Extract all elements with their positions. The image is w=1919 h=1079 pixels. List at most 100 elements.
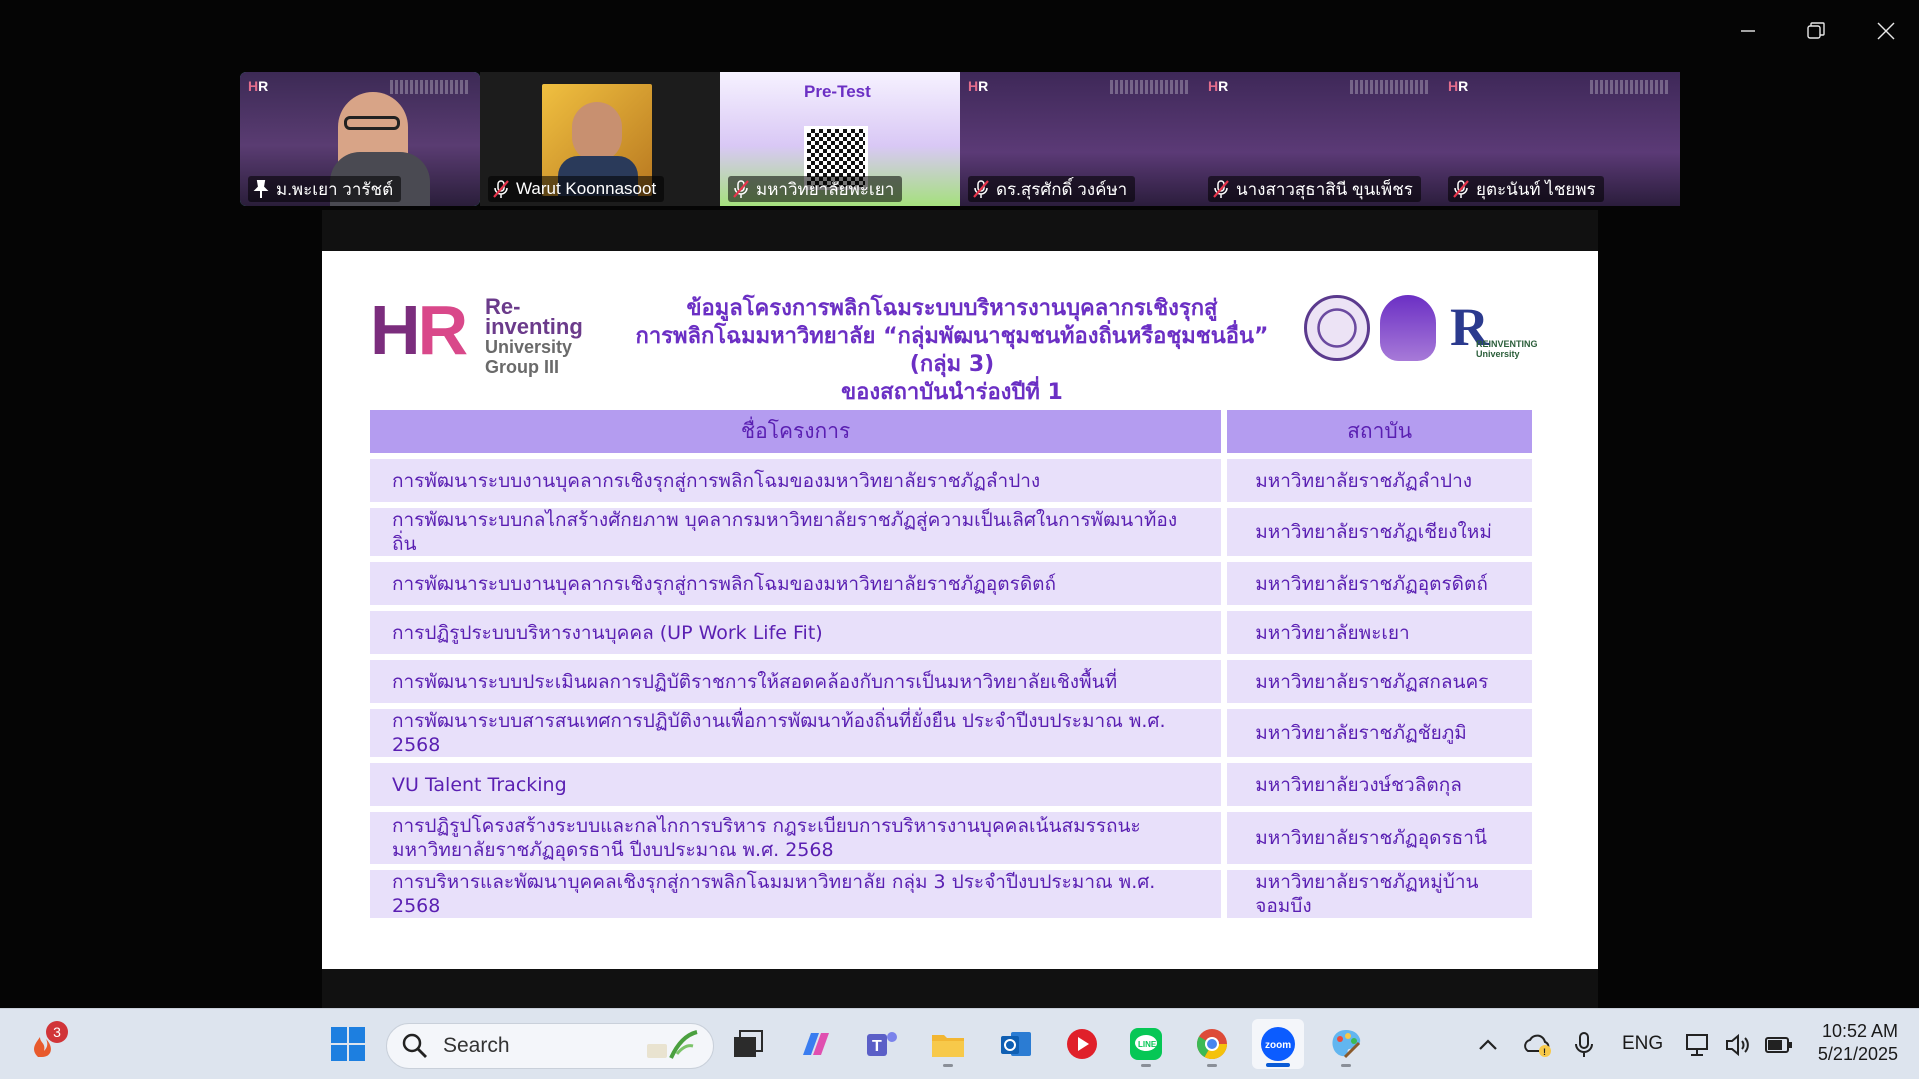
svg-text:!: !: [1543, 1047, 1546, 1057]
search-icon: [402, 1033, 427, 1058]
institution-cell: มหาวิทยาลัยราชภัฏเชียงใหม่: [1227, 508, 1532, 556]
file-explorer-button[interactable]: [922, 1019, 974, 1069]
institution-cell: มหาวิทยาลัยราชภัฏอุตรดิตถ์: [1227, 562, 1532, 605]
task-view-button[interactable]: [722, 1019, 774, 1069]
clock[interactable]: 10:52 AM 5/21/2025: [1798, 1021, 1898, 1065]
logo-line-1: Re-inventing: [485, 294, 583, 339]
table-row: การพัฒนาระบบกลไกสร้างศักยภาพ บุคลากรมหาว…: [370, 508, 1532, 556]
participant-name-label: ม.พะเยา วารัชต์: [248, 176, 402, 202]
chevron-up-icon: [1479, 1039, 1497, 1050]
mic-muted-icon: [1453, 180, 1469, 198]
close-icon: [1877, 22, 1895, 40]
logo-line-3: Group III: [485, 357, 559, 377]
volume-icon: [1726, 1033, 1749, 1057]
minimize-icon: [1741, 30, 1755, 32]
university-seal-icon: [1304, 295, 1370, 361]
participant-tile[interactable]: Warut Koonnasoot: [480, 72, 720, 206]
column-header-institution: สถาบัน: [1227, 410, 1532, 453]
project-name-cell: การพัฒนาระบบงานบุคลากรเชิงรุกสู่การพลิกโ…: [370, 459, 1222, 502]
logo-line-2: University: [485, 337, 573, 357]
microphone-button[interactable]: [1572, 1031, 1596, 1059]
widgets-button[interactable]: 3: [28, 1021, 68, 1059]
outlook-icon: [1001, 1032, 1031, 1056]
copilot-button[interactable]: [790, 1019, 842, 1069]
show-hidden-icons-button[interactable]: [1474, 1031, 1502, 1059]
participant-name-label: ยุตะนันท์ ไชยพร: [1448, 176, 1604, 202]
participant-name: ยุตะนันท์ ไชยพร: [1476, 179, 1596, 199]
project-name-cell: การพัฒนาระบบกลไกสร้างศักยภาพ บุคลากรมหาว…: [370, 508, 1222, 556]
table-row: การปฏิรูปโครงสร้างระบบและกลไกการบริหาร ก…: [370, 812, 1532, 864]
glasses-icon: [344, 116, 400, 130]
paint-button[interactable]: [1320, 1019, 1372, 1069]
participant-name-label: มหาวิทยาลัยพะเยา: [728, 176, 903, 202]
institution-cell: มหาวิทยาลัยพะเยา: [1227, 611, 1532, 654]
line-button[interactable]: LINE: [1120, 1019, 1172, 1069]
network-icon: [1686, 1034, 1708, 1056]
participant-tile[interactable]: Pre-Test มหาวิทยาลัยพะเยา: [720, 72, 960, 206]
pin-icon: [253, 180, 269, 198]
mic-muted-icon: [493, 180, 509, 198]
participant-tile[interactable]: HR ม.พะเยา วารัชต์: [240, 72, 480, 206]
svg-text:zoom: zoom: [1265, 1040, 1291, 1051]
taskbar-search-box[interactable]: Search: [386, 1023, 714, 1069]
institution-cell: มหาวิทยาลัยราชภัฏอุดรธานี: [1227, 812, 1532, 864]
mic-muted-icon: [973, 180, 989, 198]
line-app-icon: LINE: [1130, 1028, 1162, 1060]
table-header-row: ชื่อโครงการ สถาบัน: [370, 410, 1532, 453]
participant-strip: HR ม.พะเยา วารัชต์ Warut Koonnasoot Pre-…: [240, 72, 1680, 206]
task-view-icon: [734, 1030, 763, 1057]
windows-taskbar: 3 Search T LINE zoom ! ENG 10:52 AM 5/21…: [0, 1008, 1919, 1079]
reinventing-university-logo: R REINVENTING University: [1446, 295, 1542, 361]
institution-cell: มหาวิทยาลัยราชภัฏสกลนคร: [1227, 660, 1532, 703]
banner-text: [1590, 80, 1670, 94]
language-indicator[interactable]: ENG: [1622, 1033, 1663, 1055]
banner-text: [1110, 80, 1190, 94]
chrome-button[interactable]: [1186, 1019, 1238, 1069]
project-table: ชื่อโครงการ สถาบัน การพัฒนาระบบงานบุคลาก…: [364, 404, 1538, 924]
title-line: การพลิกโฉมมหาวิทยาลัย “กลุ่มพัฒนาชุมชนท้…: [635, 324, 1269, 377]
mic-muted-icon: [1213, 180, 1229, 198]
project-name-cell: การปฏิรูปโครงสร้างระบบและกลไกการบริหาร ก…: [370, 812, 1222, 864]
institution-cell: มหาวิทยาลัยวงษ์ชวลิตกุล: [1227, 763, 1532, 806]
participant-tile[interactable]: HR ดร.สุรศักดิ์ วงค์ษา: [960, 72, 1200, 206]
hr-logo-mini: HR: [1448, 78, 1469, 94]
project-name-cell: การพัฒนาระบบประเมินผลการปฏิบัติราชการให้…: [370, 660, 1222, 703]
participant-name: ดร.สุรศักดิ์ วงค์ษา: [996, 179, 1128, 199]
teams-icon: T: [867, 1032, 897, 1056]
restore-icon: [1807, 22, 1825, 39]
project-name-cell: การพัฒนาระบบงานบุคลากรเชิงรุกสู่การพลิกโ…: [370, 562, 1222, 605]
institution-cell: มหาวิทยาลัยราชภัฏลำปาง: [1227, 459, 1532, 502]
table-row: การบริหารและพัฒนาบุคคลเชิงรุกสู่การพลิกโ…: [370, 870, 1532, 918]
hr-logo-mark: HR: [370, 291, 468, 369]
outlook-button[interactable]: [990, 1019, 1042, 1069]
shared-slide: HR Re-inventing University Group III ข้อ…: [322, 251, 1598, 969]
paint-palette-icon: [1332, 1030, 1361, 1059]
institution-cell: มหาวิทยาลัยราชภัฏชัยภูมิ: [1227, 709, 1532, 757]
banner-text: [390, 80, 470, 94]
chrome-icon: [1196, 1029, 1227, 1060]
teams-button[interactable]: T: [856, 1019, 908, 1069]
minimize-button[interactable]: [1728, 14, 1768, 48]
quick-settings-button[interactable]: [1684, 1031, 1794, 1059]
media-player-icon: [1067, 1029, 1097, 1059]
onedrive-button[interactable]: !: [1522, 1031, 1554, 1059]
reinventing-logo-text: REINVENTING University: [1476, 339, 1538, 359]
clock-date: 5/21/2025: [1817, 1044, 1898, 1064]
cloud-warning-icon: !: [1524, 1034, 1551, 1057]
participant-name: Warut Koonnasoot: [516, 179, 657, 198]
hr-logo-mini: HR: [1208, 78, 1229, 94]
slide-title: ข้อมูลโครงการพลิกโฉมระบบบริหารงานบุคลากร…: [612, 295, 1292, 407]
close-button[interactable]: [1866, 14, 1906, 48]
media-player-button[interactable]: [1056, 1019, 1108, 1069]
project-name-cell: การปฏิรูประบบบริหารงานบุคคล (UP Work Lif…: [370, 611, 1222, 654]
copilot-icon: [803, 1033, 829, 1055]
participant-tile[interactable]: HR ยุตะนันท์ ไชยพร: [1440, 72, 1680, 206]
windows-logo-icon: [331, 1027, 365, 1061]
svg-text:LINE: LINE: [1138, 1040, 1157, 1049]
start-button[interactable]: [322, 1019, 374, 1069]
table-row: การพัฒนาระบบสารสนเทศการปฏิบัติงานเพื่อกา…: [370, 709, 1532, 757]
participant-tile[interactable]: HR นางสาวสุธาสินี ขุนเพ็ชร: [1200, 72, 1440, 206]
zoom-button[interactable]: zoom: [1252, 1019, 1304, 1069]
restore-button[interactable]: [1796, 14, 1836, 48]
search-highlight-icon: [647, 1030, 698, 1059]
